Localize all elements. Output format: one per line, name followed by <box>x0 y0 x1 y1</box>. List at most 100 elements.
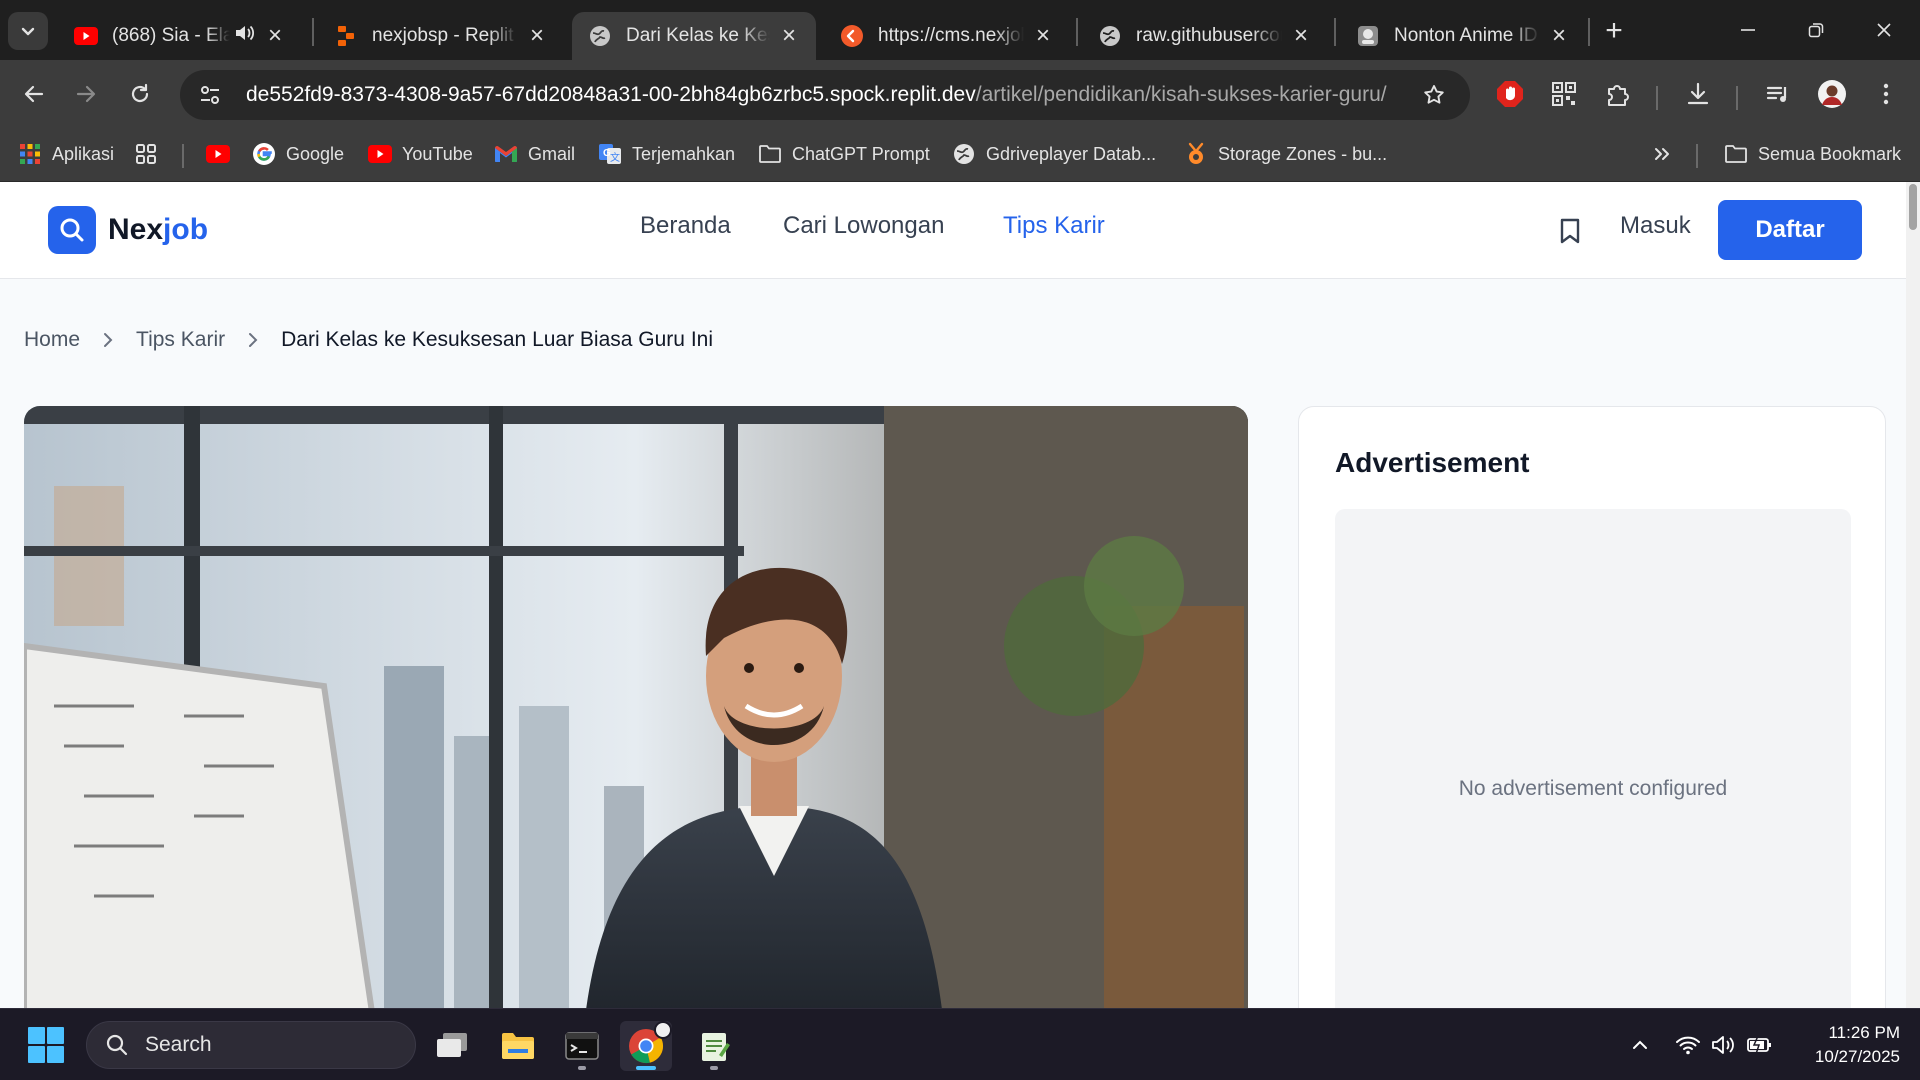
google-icon <box>252 142 276 166</box>
tab-separator <box>312 18 314 46</box>
advertisement-title: Advertisement <box>1335 447 1530 478</box>
tab-separator <box>1334 18 1336 46</box>
bookmark-chatgpt-prompt[interactable]: ChatGPT Prompt <box>758 138 930 170</box>
bookmark-icon[interactable] <box>1550 211 1590 251</box>
bookmark-youtube-icon-only[interactable] <box>206 138 240 170</box>
reload-button[interactable] <box>118 72 162 116</box>
search-icon <box>48 206 96 254</box>
site-logo[interactable]: Nexjob <box>48 206 208 254</box>
extensions-puzzle-icon[interactable] <box>1596 72 1640 116</box>
apps-grid-icon <box>18 142 42 166</box>
bookmark-label: Aplikasi <box>52 143 115 164</box>
address-bar[interactable]: de552fd9-8373-4308-9a57-67dd20848a31-00-… <box>180 70 1470 120</box>
bookmark-label: Storage Zones - bu... <box>1218 143 1388 164</box>
folder-icon <box>1724 142 1748 166</box>
terminal-button[interactable] <box>556 1021 608 1071</box>
nav-tips-karir[interactable]: Tips Karir <box>1003 212 1105 240</box>
download-icon[interactable] <box>1676 72 1720 116</box>
scrollbar-thumb[interactable] <box>1909 184 1917 230</box>
bookmarks-bar: Aplikasi Google YouTube Gmail G文 Terjema… <box>0 128 1920 182</box>
bookmark-gdriveplayer[interactable]: Gdriveplayer Datab... <box>952 138 1156 170</box>
bookmarks-overflow-button[interactable] <box>1650 138 1684 170</box>
register-button[interactable]: Daftar <box>1718 200 1862 260</box>
url-path: /artikel/pendidikan/kisah-sukses-karier-… <box>975 83 1387 106</box>
media-control-icon[interactable] <box>1756 72 1800 116</box>
url-text[interactable]: de552fd9-8373-4308-9a57-67dd20848a31-00-… <box>246 83 1387 107</box>
close-icon[interactable]: × <box>1290 24 1312 48</box>
wifi-icon[interactable] <box>1672 1029 1704 1061</box>
chevron-up-icon[interactable] <box>1624 1029 1656 1061</box>
nav-cari-lowongan[interactable]: Cari Lowongan <box>783 212 944 240</box>
new-tab-button[interactable]: + <box>1596 14 1632 50</box>
bookmark-storage-zones[interactable]: Storage Zones - bu... <box>1184 138 1387 170</box>
tab-search-button[interactable] <box>8 12 48 50</box>
restore-button[interactable] <box>1788 8 1844 52</box>
terminal-icon <box>565 1032 599 1060</box>
tab-title: Dari Kelas ke Kesuksesan <box>626 25 770 46</box>
close-icon[interactable]: × <box>778 24 800 48</box>
site-header: Nexjob Beranda Cari Lowongan Tips Karir … <box>0 182 1920 279</box>
browser-toolbar: de552fd9-8373-4308-9a57-67dd20848a31-00-… <box>0 60 1920 128</box>
close-icon[interactable]: × <box>1032 24 1054 48</box>
globe-icon <box>952 142 976 166</box>
menu-kebab-icon[interactable] <box>1864 72 1908 116</box>
qr-code-icon[interactable] <box>1542 72 1586 116</box>
login-link[interactable]: Masuk <box>1620 212 1691 240</box>
svg-text:文: 文 <box>610 151 620 164</box>
bookmark-label: ChatGPT Prompt <box>792 143 930 164</box>
windows-start-icon[interactable] <box>28 1027 64 1063</box>
article-hero-image <box>24 406 1248 1008</box>
minimize-button[interactable] <box>1720 8 1776 52</box>
bookmark-apps[interactable]: Aplikasi <box>18 138 114 170</box>
volume-icon[interactable] <box>1708 1029 1740 1061</box>
forward-button[interactable] <box>64 72 108 116</box>
close-icon[interactable]: × <box>1548 24 1570 48</box>
globe-icon <box>588 24 612 48</box>
battery-icon[interactable] <box>1744 1029 1776 1061</box>
tab-anime[interactable]: Nonton Anime ID × <box>1340 12 1586 60</box>
nav-beranda[interactable]: Beranda <box>640 212 731 240</box>
bookmark-google[interactable]: Google <box>252 138 344 170</box>
speaker-icon[interactable] <box>234 23 256 49</box>
tab-title: raw.githubusercontent <box>1136 25 1282 46</box>
taskbar-search[interactable]: Search <box>86 1021 416 1069</box>
arrow-right-icon <box>76 85 96 103</box>
task-view-button[interactable] <box>426 1021 478 1071</box>
file-explorer-button[interactable] <box>492 1021 544 1071</box>
notepad-icon <box>702 1033 730 1061</box>
breadcrumb-section[interactable]: Tips Karir <box>136 328 225 352</box>
close-window-button[interactable] <box>1856 8 1912 52</box>
close-icon[interactable]: × <box>264 24 286 48</box>
profile-avatar[interactable] <box>1810 72 1854 116</box>
arrow-left-icon <box>24 85 44 103</box>
system-clock[interactable]: 11:26 PM 10/27/2025 <box>1780 1021 1900 1069</box>
bookmark-label: Semua Bookmark <box>1758 143 1902 164</box>
tab-active-article[interactable]: Dari Kelas ke Kesuksesan × <box>572 12 816 60</box>
bookmark-gmail[interactable]: Gmail <box>494 138 575 170</box>
notepad-app-button[interactable] <box>688 1021 740 1071</box>
clock-date: 10/27/2025 <box>1814 1047 1900 1066</box>
tab-replit[interactable]: nexjobsp - Replit × <box>318 12 564 60</box>
folder-icon <box>758 142 782 166</box>
close-icon[interactable]: × <box>526 24 548 48</box>
tab-github-raw[interactable]: raw.githubusercontent × <box>1082 12 1328 60</box>
clock-time: 11:26 PM <box>1828 1023 1900 1042</box>
logo-suffix: job <box>163 213 209 246</box>
bookmark-youtube[interactable]: YouTube <box>368 138 473 170</box>
adblock-extension-icon[interactable] <box>1488 72 1532 116</box>
tab-cms[interactable]: https://cms.nexjob × <box>824 12 1070 60</box>
bookmark-star-icon[interactable] <box>1416 77 1452 113</box>
tab-title: (868) Sia - Elastic Heart <box>112 25 230 46</box>
tab-separator <box>1076 18 1078 46</box>
bookmark-translate[interactable]: G文 Terjemahkan <box>598 138 735 170</box>
breadcrumb-home[interactable]: Home <box>24 328 80 352</box>
tab-youtube[interactable]: (868) Sia - Elastic Heart × <box>58 12 310 60</box>
back-button[interactable] <box>12 72 56 116</box>
chrome-button[interactable] <box>620 1021 672 1071</box>
tab-strip: (868) Sia - Elastic Heart × nexjobsp - R… <box>0 0 1920 60</box>
page-scrollbar[interactable] <box>1906 182 1920 1008</box>
youtube-icon <box>206 142 230 166</box>
site-settings-icon[interactable] <box>188 73 232 117</box>
bookmark-tab-groups[interactable] <box>134 138 168 170</box>
bookmark-all-bookmarks[interactable]: Semua Bookmark <box>1724 138 1901 170</box>
